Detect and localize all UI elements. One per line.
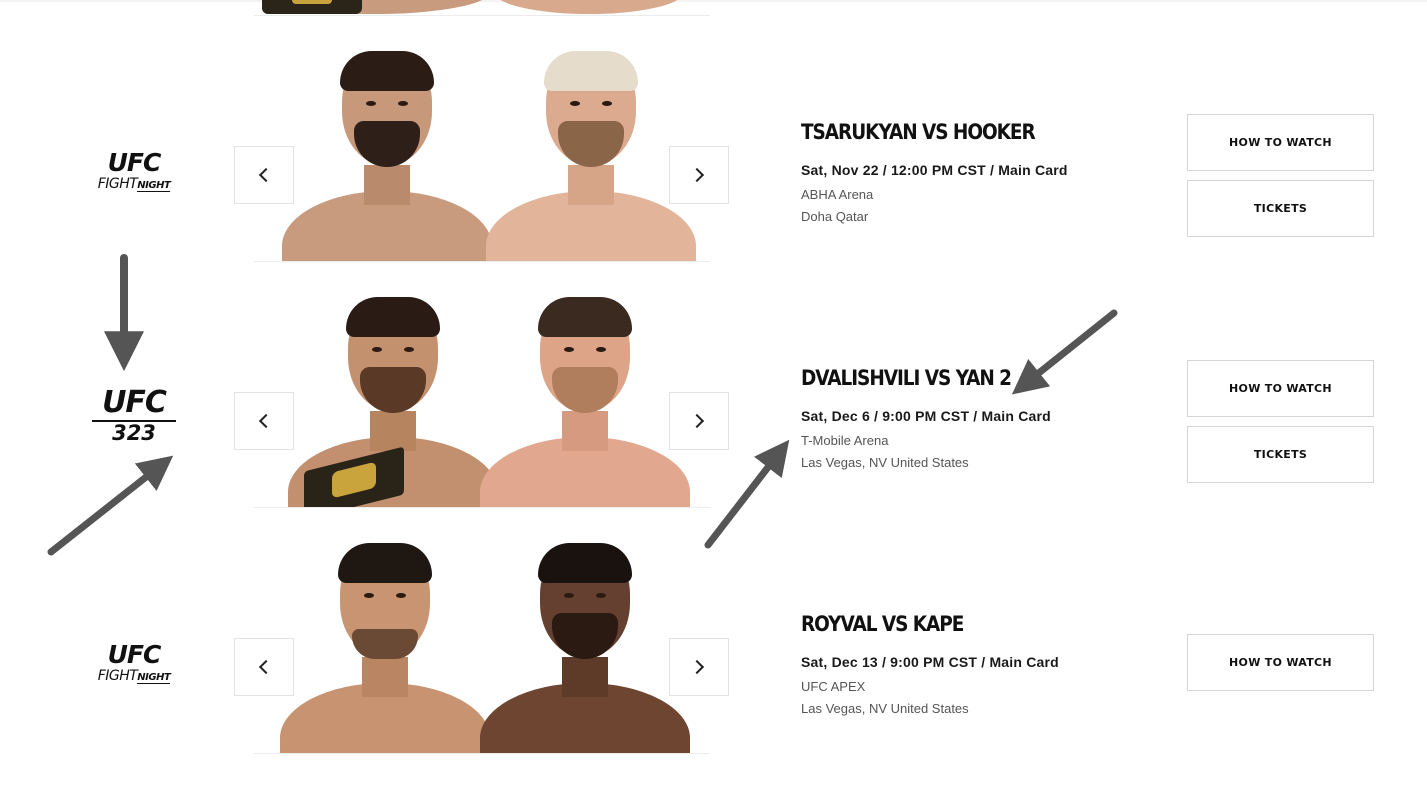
event-location: Doha Qatar <box>801 209 869 224</box>
chevron-right-icon <box>689 167 705 183</box>
previous-event-fighter-image <box>254 0 710 16</box>
chevron-left-icon <box>258 659 274 675</box>
event-location: Las Vegas, NV United States <box>801 701 969 716</box>
event-venue: T-Mobile Arena <box>801 433 889 448</box>
fighter-right-image <box>480 543 690 753</box>
how-to-watch-button[interactable]: HOW TO WATCH <box>1187 114 1374 171</box>
event-row-royval-kape: UFC FIGHTNIGHT ROYVAL VS KAPE Sat, Dec 1… <box>0 508 1427 754</box>
event-info: TSARUKYAN VS HOOKER Sat, Nov 22 / 12:00 … <box>801 119 1161 228</box>
top-divider <box>0 0 1427 2</box>
event-title[interactable]: TSARUKYAN VS HOOKER <box>801 119 1118 145</box>
fighter-left-image <box>282 51 492 261</box>
fighter-images <box>254 262 710 508</box>
event-info: ROYVAL VS KAPE Sat, Dec 13 / 9:00 PM CST… <box>801 611 1161 720</box>
event-date: Sat, Nov 22 / 12:00 PM CST / Main Card <box>801 162 1068 178</box>
chevron-right-icon <box>689 659 705 675</box>
carousel-prev-button[interactable] <box>234 638 294 696</box>
event-row-tsarukyan-hooker: UFC FIGHTNIGHT TSARUKYAN VS HOOKER Sat, … <box>0 16 1427 262</box>
carousel-next-button[interactable] <box>669 638 729 696</box>
carousel-next-button[interactable] <box>669 146 729 204</box>
event-info: DVALISHVILI VS YAN 2 Sat, Dec 6 / 9:00 P… <box>801 365 1161 474</box>
fighter-images <box>254 16 710 262</box>
event-venue: UFC APEX <box>801 679 866 694</box>
tickets-button[interactable]: TICKETS <box>1187 180 1374 237</box>
carousel-prev-button[interactable] <box>234 392 294 450</box>
fighter-right-image <box>486 51 696 261</box>
event-date: Sat, Dec 6 / 9:00 PM CST / Main Card <box>801 408 1051 424</box>
how-to-watch-button[interactable]: HOW TO WATCH <box>1187 360 1374 417</box>
carousel-next-button[interactable] <box>669 392 729 450</box>
chevron-left-icon <box>258 167 274 183</box>
event-venue: ABHA Arena <box>801 187 874 202</box>
event-title[interactable]: ROYVAL VS KAPE <box>801 611 1118 637</box>
fighter-left-image <box>280 543 490 753</box>
ufc-323-logo: UFC 323 <box>86 388 182 444</box>
chevron-left-icon <box>258 413 274 429</box>
chevron-right-icon <box>689 413 705 429</box>
tickets-button[interactable]: TICKETS <box>1187 426 1374 483</box>
ufc-fight-night-logo: UFC FIGHTNIGHT <box>97 148 171 192</box>
event-location: Las Vegas, NV United States <box>801 455 969 470</box>
fighter-images <box>254 508 710 754</box>
carousel-prev-button[interactable] <box>234 146 294 204</box>
how-to-watch-button[interactable]: HOW TO WATCH <box>1187 634 1374 691</box>
event-date: Sat, Dec 13 / 9:00 PM CST / Main Card <box>801 654 1059 670</box>
ufc-fight-night-logo: UFC FIGHTNIGHT <box>97 640 171 684</box>
event-title[interactable]: DVALISHVILI VS YAN 2 <box>801 365 1118 391</box>
event-row-dvalishvili-yan: UFC 323 DVALISHVILI VS YAN 2 Sat, Dec 6 <box>0 262 1427 508</box>
fighter-right-image <box>480 297 690 507</box>
fighter-left-image <box>288 297 498 507</box>
